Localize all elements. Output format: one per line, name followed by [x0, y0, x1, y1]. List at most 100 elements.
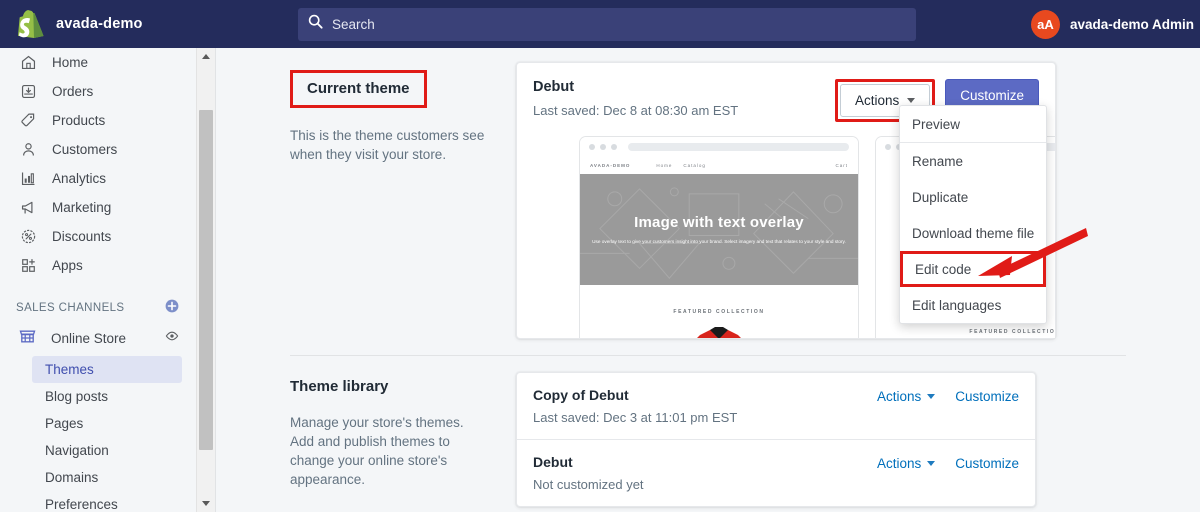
current-theme-heading-highlight: Current theme: [290, 70, 427, 108]
home-icon: [18, 53, 38, 73]
customize-label: Customize: [960, 88, 1024, 103]
preview-site-nav: Home Catalog: [656, 163, 706, 168]
preview-cart-label: Cart: [835, 163, 848, 168]
browser-chrome-bar: [580, 137, 858, 157]
global-search[interactable]: Search: [298, 7, 916, 41]
menu-item-edit-languages[interactable]: Edit languages: [900, 287, 1046, 323]
theme-name: Debut: [533, 79, 575, 95]
chevron-down-icon: [927, 394, 936, 399]
brand-area[interactable]: avada-demo: [0, 10, 215, 38]
row-actions: Actions Customize: [877, 387, 1019, 404]
preview-nav-home: Home: [656, 163, 673, 168]
table-row: Copy of Debut Last saved: Dec 3 at 11:01…: [517, 373, 1035, 439]
sidebar-label: Discounts: [52, 229, 112, 244]
theme-preview-primary[interactable]: AVADA-DEMO Home Catalog Cart Image with …: [579, 136, 859, 338]
theme-library-section: Theme library Manage your store's themes…: [216, 356, 1200, 507]
sidebar-item-preferences[interactable]: Preferences: [32, 491, 182, 512]
sidebar-item-customers[interactable]: Customers: [0, 135, 196, 164]
primary-nav: Home Orders Products Customers Analytics…: [0, 48, 196, 280]
browser-dot: [611, 144, 617, 150]
sidebar-label: Marketing: [52, 200, 112, 215]
sidebar-item-navigation[interactable]: Navigation: [32, 437, 182, 464]
sidebar-item-marketing[interactable]: Marketing: [0, 193, 196, 222]
user-menu[interactable]: aA avada-demo Admin: [1030, 9, 1200, 39]
browser-dot: [885, 144, 891, 150]
avatar: aA: [1030, 9, 1060, 39]
theme-library-info: Theme library Manage your store's themes…: [216, 356, 516, 507]
sidebar-item-products[interactable]: Products: [0, 106, 196, 135]
row-actions: Actions Customize: [877, 454, 1019, 471]
menu-item-rename[interactable]: Rename: [900, 143, 1046, 179]
row-customize-link[interactable]: Customize: [955, 389, 1019, 404]
preview-hero-subtitle: Use overlay text to give your customers …: [592, 238, 846, 244]
menu-item-duplicate[interactable]: Duplicate: [900, 179, 1046, 215]
menu-item-edit-code[interactable]: Edit code: [900, 251, 1046, 287]
sidebar-item-orders[interactable]: Orders: [0, 77, 196, 106]
products-tag-icon: [18, 111, 38, 131]
sidebar-item-pages[interactable]: Pages: [32, 410, 182, 437]
store-name: avada-demo: [56, 16, 143, 32]
library-theme-name: Debut: [533, 454, 573, 470]
main-content: Current theme This is the theme customer…: [216, 48, 1200, 512]
preview-nav-catalog: Catalog: [683, 163, 706, 168]
preview-hero: Image with text overlay Use overlay text…: [580, 174, 858, 285]
sidebar: Home Orders Products Customers Analytics…: [0, 48, 196, 512]
table-row: Debut Not customized yet Actions Customi…: [517, 439, 1035, 506]
sidebar-label: Orders: [52, 84, 94, 99]
sidebar-label: Apps: [52, 258, 83, 273]
plus-circle-icon[interactable]: [164, 298, 180, 319]
sales-channels-header: SALES CHANNELS: [0, 293, 196, 323]
sidebar-item-discounts[interactable]: Discounts: [0, 222, 196, 251]
browser-dot: [600, 144, 606, 150]
menu-item-download-theme-file[interactable]: Download theme file: [900, 215, 1046, 251]
browser-url-bar: [628, 143, 849, 151]
chevron-down-icon: [907, 98, 916, 103]
page-title: Current theme: [307, 80, 410, 97]
menu-item-preview[interactable]: Preview: [900, 106, 1046, 142]
sidebar-item-home[interactable]: Home: [0, 48, 196, 77]
scroll-down-arrow-icon[interactable]: [197, 495, 215, 512]
library-theme-name: Copy of Debut: [533, 387, 629, 403]
shopify-bag-icon: [18, 10, 44, 38]
customers-person-icon: [18, 140, 38, 160]
online-store-subnav: Themes Blog posts Pages Navigation Domai…: [0, 354, 196, 512]
marketing-megaphone-icon: [18, 198, 38, 218]
preview-product-image: [580, 325, 858, 338]
preview-site-header: AVADA-DEMO Home Catalog Cart: [580, 157, 858, 174]
theme-library-heading: Theme library: [290, 378, 389, 395]
row-actions-button[interactable]: Actions: [876, 389, 936, 404]
row-actions-label: Actions: [876, 389, 922, 404]
sidebar-label: Customers: [52, 142, 118, 157]
scrollbar-thumb[interactable]: [199, 110, 213, 450]
sidebar-label: Products: [52, 113, 106, 128]
sales-channels-title: SALES CHANNELS: [16, 302, 125, 314]
row-customize-link[interactable]: Customize: [955, 456, 1019, 471]
apps-grid-plus-icon: [18, 256, 38, 276]
eye-icon[interactable]: [164, 328, 180, 349]
store-icon: [18, 327, 37, 351]
search-icon: [308, 14, 323, 34]
preview-featured-label: FEATURED COLLECTION: [673, 309, 765, 315]
sidebar-item-apps[interactable]: Apps: [0, 251, 196, 280]
discounts-percent-icon: [18, 227, 38, 247]
row-actions-label: Actions: [876, 456, 922, 471]
search-input[interactable]: Search: [298, 7, 916, 41]
sidebar-item-online-store[interactable]: Online Store: [0, 323, 196, 354]
theme-library-description: Manage your store's themes. Add and publ…: [290, 415, 464, 487]
preview-site-logo: AVADA-DEMO: [590, 163, 631, 168]
actions-dropdown-menu: Preview Rename Duplicate Download theme …: [899, 105, 1047, 324]
sidebar-item-domains[interactable]: Domains: [32, 464, 182, 491]
orders-inbox-icon: [18, 82, 38, 102]
sidebar-item-blog-posts[interactable]: Blog posts: [32, 383, 182, 410]
library-theme-sub: Not customized yet: [533, 477, 644, 492]
theme-last-saved: Last saved: Dec 8 at 08:30 am EST: [533, 103, 739, 118]
scroll-up-arrow-icon[interactable]: [197, 48, 215, 65]
sidebar-label: Analytics: [52, 171, 107, 186]
analytics-bar-chart-icon: [18, 169, 38, 189]
sidebar-scrollbar[interactable]: [196, 48, 215, 512]
search-placeholder: Search: [332, 16, 375, 32]
sidebar-item-themes[interactable]: Themes: [32, 356, 182, 383]
row-actions-button[interactable]: Actions: [876, 456, 936, 471]
sidebar-item-analytics[interactable]: Analytics: [0, 164, 196, 193]
shopify-admin-window: avada-demo Search aA avada-demo Admin Ho…: [0, 0, 1200, 512]
